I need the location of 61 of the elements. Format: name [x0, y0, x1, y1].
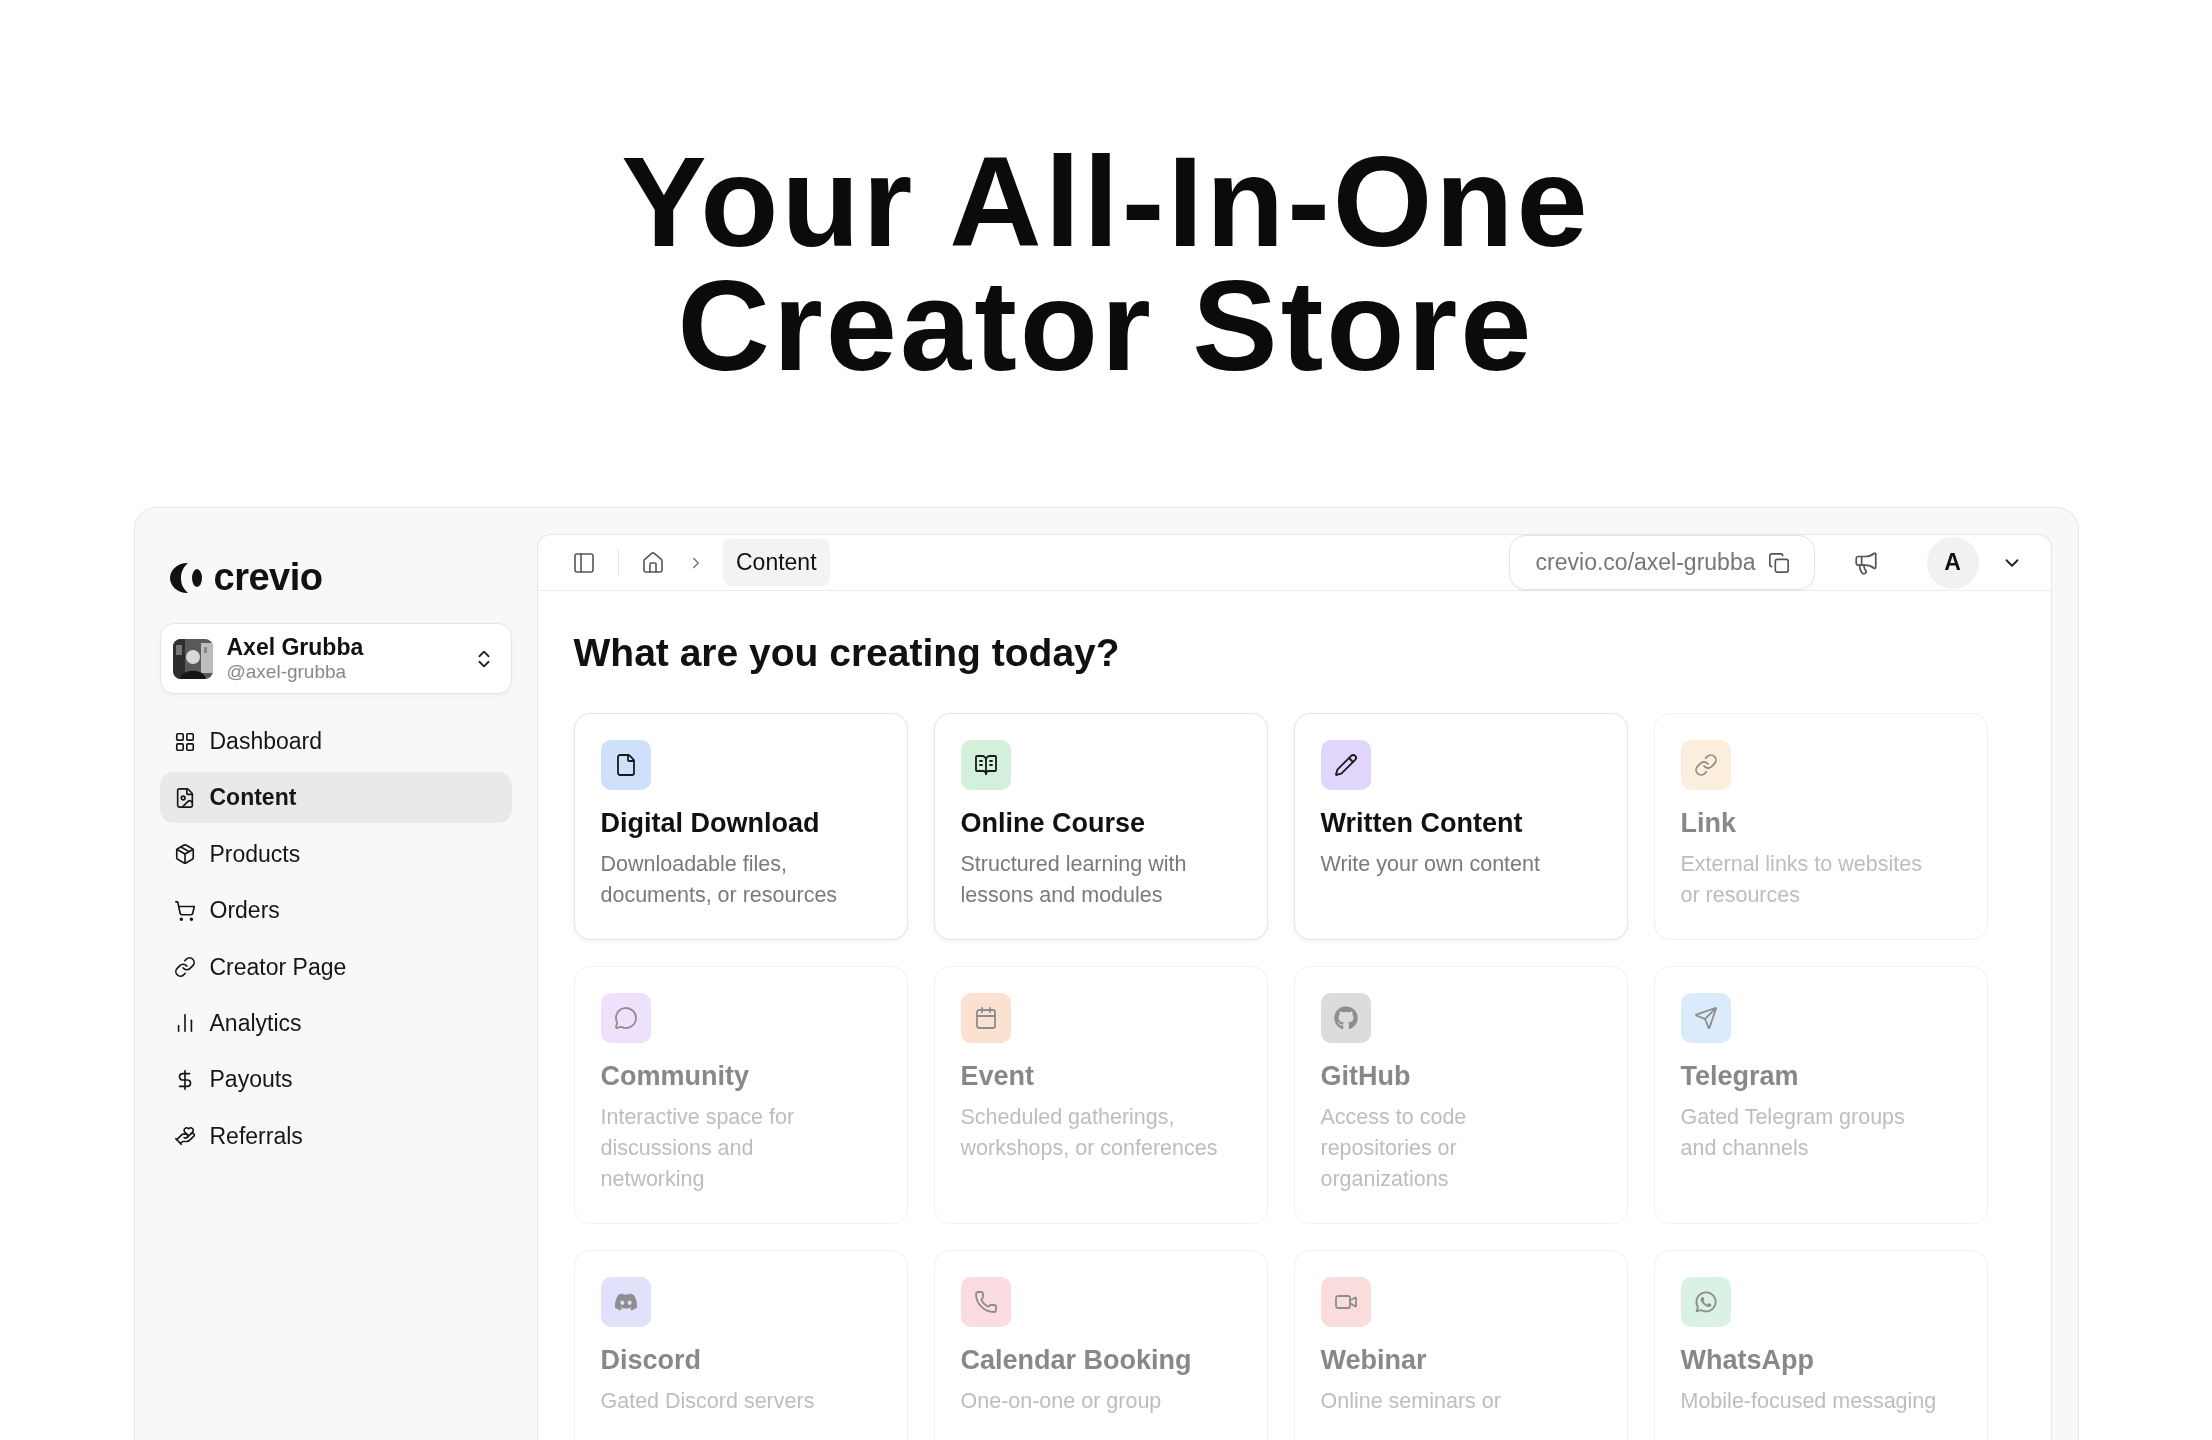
card-title: Discord	[600, 1345, 702, 1376]
card-title: Webinar	[1320, 1345, 1427, 1376]
store-url-button[interactable]: crevio.co/axel-grubba	[1508, 535, 1815, 590]
card-title: Digital Download	[600, 808, 820, 839]
content-type-card[interactable]: Discord Gated Discord servers	[573, 1250, 908, 1440]
account-switcher[interactable]: Axel Grubba @axel-grubba	[159, 623, 512, 694]
card-description: Write your own content	[1320, 851, 1540, 878]
card-description: External links to websites or resources	[1680, 851, 1923, 909]
headline: Creator Store	[677, 264, 1535, 388]
nav-item[interactable]: Orders	[159, 885, 512, 937]
card-description: Structured learning with lessons and modules	[960, 851, 1188, 909]
card-description: Interactive space for discussions and networking	[600, 1104, 796, 1193]
brand-name: crevio	[213, 556, 323, 599]
nav-item[interactable]: Payouts	[159, 1054, 512, 1106]
content-type-card[interactable]: Written Content Write your own content	[1293, 713, 1628, 940]
content-type-card[interactable]: Event Scheduled gatherings, workshops, or conferences	[933, 966, 1268, 1224]
nav-item[interactable]: Analytics	[159, 997, 512, 1049]
card-description: Downloadable files, documents, or resources	[600, 851, 839, 909]
card-title: WhatsApp	[1680, 1345, 1814, 1376]
account-avatar[interactable]: A	[1926, 536, 1979, 589]
card-description: Gated Telegram groups and channels	[1680, 1104, 1906, 1162]
card-description: Access to code repositories or organizations	[1320, 1104, 1468, 1193]
card-title: Online Course	[960, 808, 1146, 839]
card-description: Mobile-focused messaging	[1680, 1388, 1937, 1415]
content-type-card[interactable]: Webinar Online seminars or	[1293, 1250, 1628, 1440]
nav-item[interactable]: Content	[159, 772, 512, 824]
content-type-card[interactable]: GitHub Access to code repositories or organizations	[1293, 966, 1628, 1224]
card-title: Telegram	[1680, 1061, 1799, 1092]
content-type-card[interactable]: Online Course Structured learning with lessons and modules	[933, 713, 1268, 940]
card-description: Scheduled gatherings, workshops, or conferences	[960, 1104, 1219, 1162]
copy-icon	[1767, 551, 1790, 574]
card-title: Community	[600, 1061, 749, 1092]
user-name: Axel Grubba	[226, 634, 365, 661]
user-handle: @axel-grubba	[226, 661, 348, 683]
card-title: Written Content	[1320, 808, 1523, 839]
card-title: Event	[960, 1061, 1035, 1092]
nav-item[interactable]: Creator Page	[159, 941, 512, 993]
card-description: Gated Discord servers	[600, 1388, 815, 1415]
hand-heart-icon	[173, 1125, 196, 1148]
nav-item[interactable]: Dashboard	[159, 716, 512, 767]
content-type-card[interactable]: Telegram Gated Telegram groups and channels	[1653, 966, 1988, 1224]
link-icon	[173, 956, 196, 979]
nav-item[interactable]: Referrals	[159, 1110, 512, 1162]
breadcrumb-current: Content	[723, 539, 830, 586]
content-type-card[interactable]: WhatsApp Mobile-focused messaging	[1653, 1250, 1988, 1440]
page-heading: What are you creating today?	[573, 631, 1121, 675]
cart-icon	[173, 899, 196, 922]
card-title: Link	[1680, 808, 1736, 839]
content-type-card[interactable]: Link External links to websites or resources	[1653, 713, 1988, 940]
box-icon	[173, 843, 196, 866]
card-title: Calendar Booking	[960, 1345, 1192, 1376]
grid-icon	[173, 730, 196, 753]
nav-item[interactable]: Products	[159, 828, 512, 880]
content-type-card[interactable]: Community Interactive space for discussions and networking	[573, 966, 908, 1224]
card-description: Online seminars or	[1320, 1388, 1501, 1415]
content-type-card[interactable]: Digital Download Downloadable files, documents, or resources	[573, 713, 908, 940]
headline: Your All-In-One	[621, 140, 1591, 264]
logo-icon	[169, 561, 204, 594]
card-title: GitHub	[1320, 1061, 1411, 1092]
card-description: One-on-one or group	[960, 1388, 1162, 1415]
content-type-card[interactable]: Calendar Booking One-on-one or group	[933, 1250, 1268, 1440]
